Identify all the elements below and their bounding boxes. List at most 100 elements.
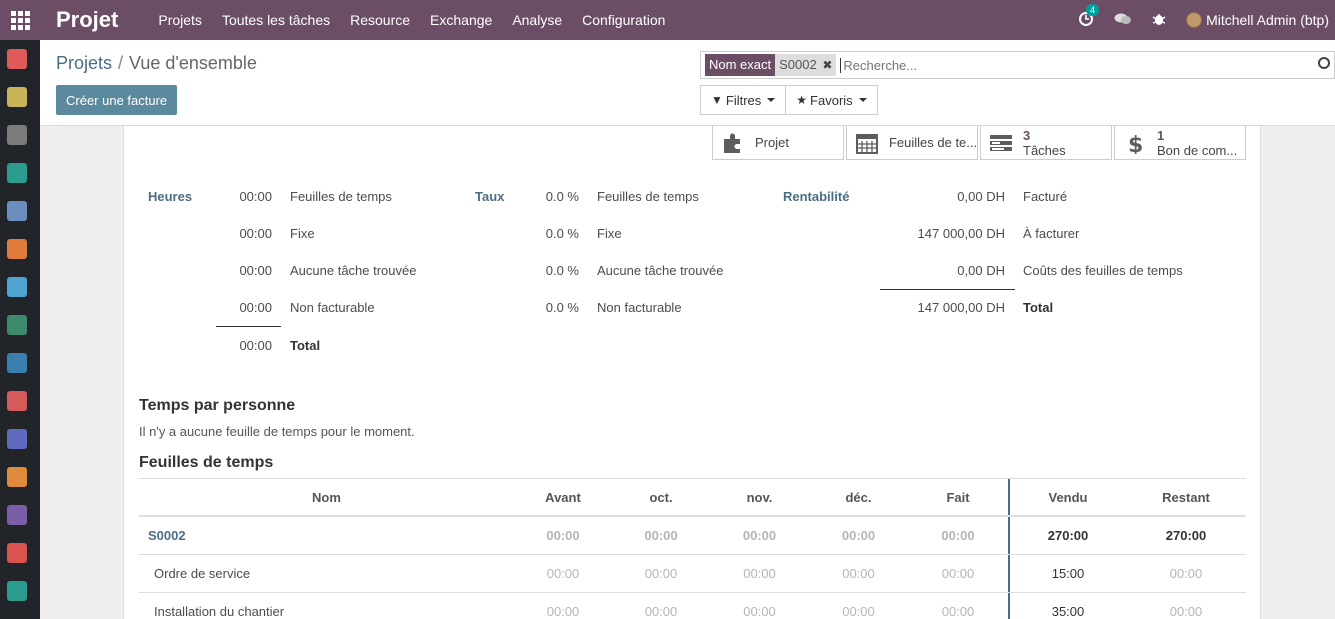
taches-text: 3 Tâches [1023, 128, 1066, 158]
rentabilite-value: 0,00 DH [957, 263, 1005, 278]
column-header: Avant [545, 490, 581, 505]
table-cell: 00:00 [941, 528, 975, 543]
filters-button[interactable]: ▼ Filtres [700, 85, 787, 115]
avatar [1186, 12, 1203, 28]
heures-label: Aucune tâche trouvée [290, 263, 417, 278]
sales-icon[interactable] [7, 239, 27, 259]
menu-item-analyse[interactable]: Analyse [512, 12, 562, 28]
heures-value: 00:00 [239, 300, 272, 315]
accounting-icon[interactable] [7, 315, 27, 335]
facet-remove-icon[interactable]: ✖ [822, 58, 832, 72]
employees-icon[interactable] [7, 581, 27, 601]
notes-icon[interactable] [7, 125, 27, 145]
table-cell: 00:00 [644, 528, 678, 543]
navbar-systray: 4 Mitchell Admin (btp) [1078, 0, 1335, 40]
temps-par-personne-empty: Il n'y a aucune feuille de temps pour le… [139, 424, 415, 439]
activity-clock-icon[interactable]: 4 [1078, 3, 1100, 30]
breadcrumb: Projets / Vue d'ensemble [56, 53, 257, 74]
app-brand: Projet [56, 7, 119, 32]
rentabilite-value: 0,00 DH [957, 189, 1005, 204]
table-cell: 270:00 [1165, 528, 1207, 543]
sale-order-link[interactable]: S0002 [139, 517, 514, 555]
heures-total-label: Total [290, 338, 321, 353]
favorites-button[interactable]: ★ Favoris [786, 85, 878, 115]
menu-item-projets[interactable]: Projets [158, 12, 202, 28]
table-cell: 00:00 [842, 566, 875, 581]
menu-item-resource[interactable]: Resource [350, 12, 410, 28]
create-invoice-button[interactable]: Créer une facture [56, 85, 178, 115]
tasks-list-icon [990, 134, 1012, 151]
heures-label: Non facturable [290, 300, 375, 315]
discuss-icon[interactable] [7, 49, 27, 69]
apps-menu-icon[interactable] [0, 0, 40, 40]
menu-item-toutes-les-taches[interactable]: Toutes les tâches [222, 12, 330, 28]
filter-funnel-icon: ▼ [711, 93, 723, 107]
puzzle-icon [724, 133, 740, 153]
caret-down-icon [858, 98, 867, 102]
search-facet: Nom exact S0002 ✖ [705, 54, 837, 76]
table-cell: 00:00 [743, 604, 776, 619]
taux-title: Taux [475, 189, 505, 204]
projet-label: Projet [755, 135, 789, 150]
table-row: S0002 00:00 00:00 00:00 00:00 00:00 270:… [139, 517, 1246, 555]
table-header: Nom Avant oct. nov. déc. Fait Vendu Rest… [139, 478, 1246, 517]
calendar-icon[interactable] [7, 87, 27, 107]
breadcrumb-projets-link[interactable]: Projets [56, 53, 112, 73]
project-puzzle-icon[interactable] [7, 505, 27, 525]
feuilles-de-temps-smart-button[interactable]: Feuilles de te... [846, 126, 978, 160]
taux-value: 0.0 % [545, 189, 579, 204]
rentabilite-total-label: Total [1023, 300, 1054, 315]
facet-label: Nom exact [705, 54, 776, 76]
taches-smart-button[interactable]: 3 Tâches [980, 126, 1112, 160]
taux-value: 0.0 % [545, 300, 579, 315]
menu-item-configuration[interactable]: Configuration [582, 12, 665, 28]
table-cell: 270:00 [1047, 528, 1089, 543]
projet-smart-button[interactable]: Projet [712, 126, 844, 160]
main-menu: Projets Toutes les tâches Resource Excha… [158, 12, 685, 28]
apps-sidebar [0, 40, 40, 619]
task-name: Installation du chantier [154, 604, 285, 619]
feuilles-de-temps-label: Feuilles de te... [888, 135, 977, 150]
taux-label: Aucune tâche trouvée [597, 263, 724, 278]
rentabilite-total-value: 147 000,00 DH [917, 300, 1005, 315]
rentabilite-label: Coûts des feuilles de temps [1023, 263, 1183, 278]
table-cell: 00:00 [644, 604, 678, 619]
table-cell: 00:00 [841, 528, 876, 543]
heures-label: Fixe [290, 226, 315, 241]
crm-icon[interactable] [7, 201, 27, 221]
table-cell: 00:00 [546, 528, 580, 543]
column-header: nov. [746, 490, 773, 505]
search-input[interactable] [840, 57, 1311, 73]
column-header: Vendu [1048, 490, 1088, 505]
bon-count: 1 [1157, 127, 1165, 143]
taches-label: Tâches [1023, 142, 1066, 158]
chat-bubbles-icon[interactable] [1114, 12, 1132, 29]
taches-count: 3 [1023, 127, 1031, 143]
link-icon[interactable] [7, 429, 27, 449]
website-icon[interactable] [7, 277, 27, 297]
table-cell: 00:00 [941, 566, 975, 581]
dollar-icon: $ [1128, 133, 1143, 154]
debug-bug-icon[interactable] [1152, 12, 1166, 29]
svg-text:$: $ [1128, 133, 1143, 154]
bon-de-commande-smart-button[interactable]: $ 1 Bon de com... [1114, 126, 1246, 160]
activity-count-badge: 4 [1086, 3, 1100, 16]
facet-value: S0002 ✖ [775, 54, 837, 76]
invoicing-icon[interactable] [7, 353, 27, 373]
expenses-icon[interactable] [7, 467, 27, 487]
rentabilite-label: À facturer [1023, 226, 1080, 241]
heures-title: Heures [148, 189, 193, 204]
menu-item-exchange[interactable]: Exchange [430, 12, 492, 28]
rentabilite-value: 147 000,00 DH [917, 226, 1005, 241]
user-menu[interactable]: Mitchell Admin (btp) [1186, 12, 1329, 28]
table-cell: 00:00 [546, 604, 580, 619]
search-icon[interactable] [1318, 57, 1330, 69]
user-name: Mitchell Admin (btp) [1206, 12, 1329, 28]
timesheet-stopwatch-icon[interactable] [7, 543, 27, 563]
inventory-icon[interactable] [7, 391, 27, 411]
heures-value: 00:00 [239, 189, 272, 204]
column-header: oct. [649, 490, 673, 505]
contacts-icon[interactable] [7, 163, 27, 183]
heures-total-divider [216, 326, 281, 327]
taux-value: 0.0 % [545, 226, 579, 241]
